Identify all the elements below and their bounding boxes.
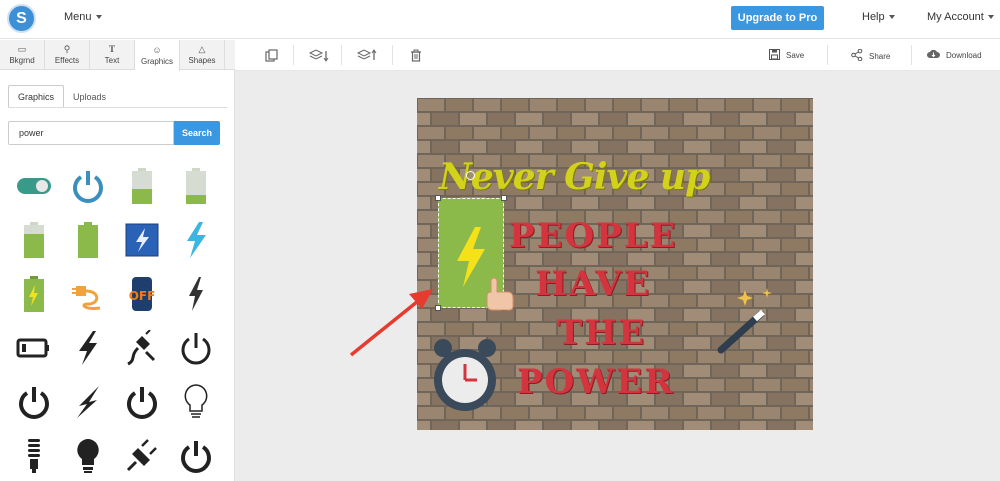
- bring-forward-icon[interactable]: [357, 47, 377, 63]
- battery-green-2-icon[interactable]: [62, 214, 114, 266]
- rotate-handle[interactable]: [466, 171, 475, 180]
- lightbulb-filled-icon[interactable]: [62, 430, 114, 481]
- tab-label: Shapes: [188, 56, 216, 65]
- left-sidebar: ▭ Bkgrnd ⚲ Effects T Text ☺ Graphics △ S…: [0, 40, 235, 481]
- battery-outline-icon[interactable]: [8, 322, 60, 374]
- share-icon: [851, 48, 863, 63]
- battery-low-icon[interactable]: [170, 160, 222, 212]
- battery-charging-icon[interactable]: [8, 268, 60, 320]
- bolt-cyan-icon[interactable]: [170, 214, 222, 266]
- resize-handle-nw[interactable]: [435, 195, 441, 201]
- power-symbol-2-icon[interactable]: [116, 376, 168, 428]
- tab-text[interactable]: T Text: [90, 40, 135, 70]
- top-bar: S Menu Upgrade to Pro Help My Account: [0, 0, 1000, 39]
- tab-graphics[interactable]: ☺ Graphics: [135, 40, 180, 71]
- power-ring-icon[interactable]: [62, 160, 114, 212]
- alarm-clock-icon: [434, 339, 496, 411]
- sub-tab-graphics[interactable]: Graphics: [8, 85, 65, 108]
- tab-label: Graphics: [140, 56, 173, 66]
- logo-letter: S: [16, 9, 27, 27]
- text-line-power[interactable]: POWER: [517, 362, 675, 402]
- tab-effects[interactable]: ⚲ Effects: [45, 40, 90, 70]
- battery-full-icon[interactable]: [116, 160, 168, 212]
- hand-pointer-icon: [486, 277, 514, 311]
- chevron-down-icon: [888, 15, 895, 19]
- search-button[interactable]: Search: [174, 121, 220, 145]
- bolt-blue-tile-icon[interactable]: [116, 214, 168, 266]
- toggle-switch-icon[interactable]: [8, 160, 60, 212]
- resize-handle-ne[interactable]: [501, 195, 507, 201]
- text-line-the[interactable]: THE: [557, 313, 646, 353]
- text-line-have[interactable]: HAVE: [535, 264, 651, 304]
- divider: [293, 45, 294, 65]
- design-canvas[interactable]: Never Give up PEOPLE HAVE THE POWER: [417, 98, 813, 430]
- share-button[interactable]: Share: [851, 48, 891, 63]
- headline-text[interactable]: Never Give up: [439, 156, 799, 198]
- tab-bkgrnd[interactable]: ▭ Bkgrnd: [0, 40, 45, 70]
- text-icon: T: [108, 44, 115, 54]
- divider: [827, 45, 828, 65]
- smiley-icon: ☺: [152, 44, 162, 55]
- triangle-icon: △: [198, 44, 206, 54]
- bolt-black-icon[interactable]: [170, 268, 222, 320]
- account-button[interactable]: My Account: [927, 11, 994, 23]
- plug-orange-icon[interactable]: [62, 268, 114, 320]
- cfl-bulb-icon[interactable]: [8, 430, 60, 481]
- save-button[interactable]: Save: [769, 49, 804, 62]
- chevron-down-icon: [95, 15, 102, 19]
- duplicate-icon[interactable]: [263, 47, 279, 63]
- divider: [392, 45, 393, 65]
- wand-icon: ⚲: [63, 44, 71, 54]
- bolt-thin-icon[interactable]: [62, 376, 114, 428]
- share-label: Share: [869, 51, 891, 61]
- trash-icon[interactable]: [408, 47, 424, 63]
- save-label: Save: [786, 51, 805, 60]
- divider: [341, 45, 342, 65]
- magic-wand-icon: [717, 288, 772, 354]
- divider: [8, 107, 227, 108]
- editor-toolbar: Save Share Download: [235, 40, 1000, 71]
- sub-tabs: Graphics Uploads: [8, 85, 115, 108]
- tab-shapes[interactable]: △ Shapes: [180, 40, 225, 70]
- power-symbol-bold-icon[interactable]: [8, 376, 60, 428]
- red-arrow-annotation: [349, 289, 433, 357]
- help-button[interactable]: Help: [862, 11, 895, 23]
- power-symbol-icon[interactable]: [170, 322, 222, 374]
- sub-tab-uploads[interactable]: Uploads: [64, 85, 115, 108]
- svg-text:OFF: OFF: [129, 289, 156, 303]
- divider: [911, 45, 912, 65]
- download-button[interactable]: Download: [927, 49, 982, 61]
- category-tabs: ▭ Bkgrnd ⚲ Effects T Text ☺ Graphics △ S…: [0, 40, 235, 71]
- cloud-download-icon: [927, 49, 940, 61]
- plug-unplugged-icon[interactable]: [116, 322, 168, 374]
- search-input[interactable]: power: [8, 121, 174, 145]
- image-icon: ▭: [17, 44, 27, 54]
- battery-green-icon[interactable]: [8, 214, 60, 266]
- download-label: Download: [946, 50, 982, 60]
- tab-label: Bkgrnd: [9, 56, 35, 65]
- tab-label: Effects: [54, 56, 80, 65]
- account-label: My Account: [927, 11, 984, 23]
- chevron-down-icon: [987, 15, 994, 19]
- menu-button[interactable]: Menu: [64, 11, 102, 23]
- bolt-black-2-icon[interactable]: [62, 322, 114, 374]
- lightbulb-outline-icon[interactable]: [170, 376, 222, 428]
- power-symbol-3-icon[interactable]: [170, 430, 222, 481]
- upgrade-button[interactable]: Upgrade to Pro: [731, 6, 824, 30]
- app-logo[interactable]: S: [7, 4, 36, 33]
- send-backward-icon[interactable]: [309, 47, 329, 63]
- tab-label: Text: [104, 56, 120, 65]
- save-icon: [769, 49, 780, 62]
- plug-icon[interactable]: [116, 430, 168, 481]
- menu-label: Menu: [64, 11, 92, 23]
- off-button-icon[interactable]: OFF: [116, 268, 168, 320]
- help-label: Help: [862, 11, 885, 23]
- canvas-workspace: Never Give up PEOPLE HAVE THE POWER: [235, 71, 1000, 481]
- text-line-people[interactable]: PEOPLE: [509, 216, 678, 256]
